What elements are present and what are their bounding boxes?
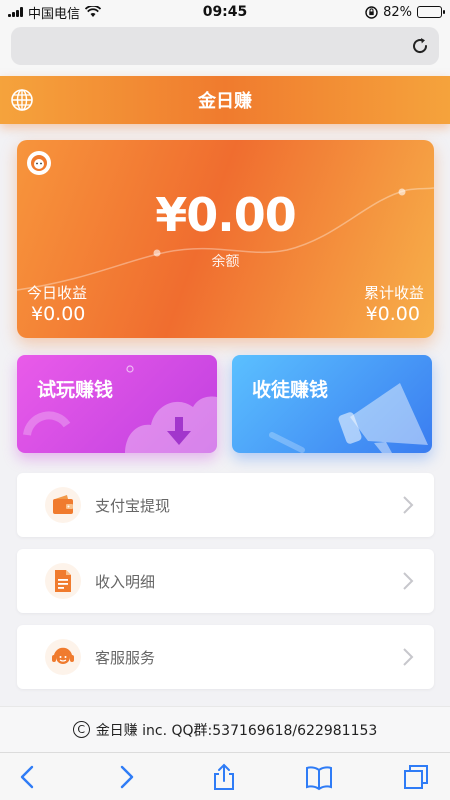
total-earnings-value: ¥0.00 bbox=[365, 303, 420, 325]
footer: C 金日赚 inc. QQ群:537169618/622981153 bbox=[0, 706, 450, 752]
page-title: 金日赚 bbox=[198, 91, 252, 112]
back-icon[interactable] bbox=[14, 763, 42, 791]
copyright-icon: C bbox=[72, 721, 90, 738]
today-earnings-value: ¥0.00 bbox=[31, 303, 86, 325]
menu-item-label: 收入明细 bbox=[95, 573, 156, 591]
bookmarks-icon[interactable] bbox=[305, 763, 333, 791]
footer-text: 金日赚 inc. QQ群:537169618/622981153 bbox=[95, 722, 378, 739]
status-bar: 中国电信 09:45 82% bbox=[0, 0, 450, 24]
browser-toolbar bbox=[0, 752, 450, 800]
user-avatar-icon bbox=[31, 155, 47, 171]
forward-icon[interactable] bbox=[112, 763, 140, 791]
invite-earn-label: 收徒赚钱 bbox=[252, 379, 329, 401]
battery-icon bbox=[417, 6, 445, 18]
balance-label: 余额 bbox=[211, 254, 240, 270]
today-earnings-label: 今日收益 bbox=[27, 284, 88, 302]
balance-amount: ¥0.00 bbox=[155, 188, 297, 242]
megaphone-icon bbox=[269, 383, 428, 453]
signal-icon bbox=[8, 7, 23, 17]
address-bar[interactable] bbox=[11, 27, 439, 65]
invite-earn-tile[interactable]: 收徒赚钱 bbox=[232, 355, 432, 453]
avatar[interactable] bbox=[27, 151, 51, 175]
app-header: 金日赚 bbox=[0, 76, 450, 124]
reload-icon[interactable] bbox=[410, 36, 430, 56]
browser-url-area bbox=[0, 24, 450, 76]
menu-item-label: 支付宝提现 bbox=[95, 497, 171, 515]
menu-item-customer-service[interactable]: 客服服务 bbox=[17, 625, 434, 689]
status-left: 中国电信 bbox=[8, 3, 102, 22]
chevron-right-icon bbox=[403, 648, 414, 666]
share-icon[interactable] bbox=[210, 763, 238, 791]
wifi-icon bbox=[85, 6, 102, 17]
customer-service-icon bbox=[45, 639, 81, 675]
battery-percent: 82% bbox=[383, 4, 412, 20]
carrier-name: 中国电信 bbox=[28, 6, 81, 22]
tabs-icon[interactable] bbox=[402, 763, 430, 791]
wallet-icon bbox=[45, 487, 81, 523]
cloud-download-icon bbox=[23, 365, 217, 453]
menu-item-alipay-withdraw[interactable]: 支付宝提现 bbox=[17, 473, 434, 537]
balance-card: ¥0.00 余额 今日收益 ¥0.00 累计收益 ¥0.00 bbox=[17, 140, 434, 338]
total-earnings-label: 累计收益 bbox=[363, 284, 424, 302]
trial-earn-tile[interactable]: 试玩赚钱 bbox=[17, 355, 217, 453]
trial-earn-label: 试玩赚钱 bbox=[37, 379, 114, 401]
document-icon bbox=[45, 563, 81, 599]
globe-icon[interactable] bbox=[10, 88, 34, 112]
orientation-lock-icon bbox=[365, 5, 378, 19]
chevron-right-icon bbox=[403, 496, 414, 514]
chevron-right-icon bbox=[403, 572, 414, 590]
menu-item-income-details[interactable]: 收入明细 bbox=[17, 549, 434, 613]
status-right: 82% bbox=[365, 4, 445, 20]
menu-item-label: 客服服务 bbox=[95, 649, 156, 667]
